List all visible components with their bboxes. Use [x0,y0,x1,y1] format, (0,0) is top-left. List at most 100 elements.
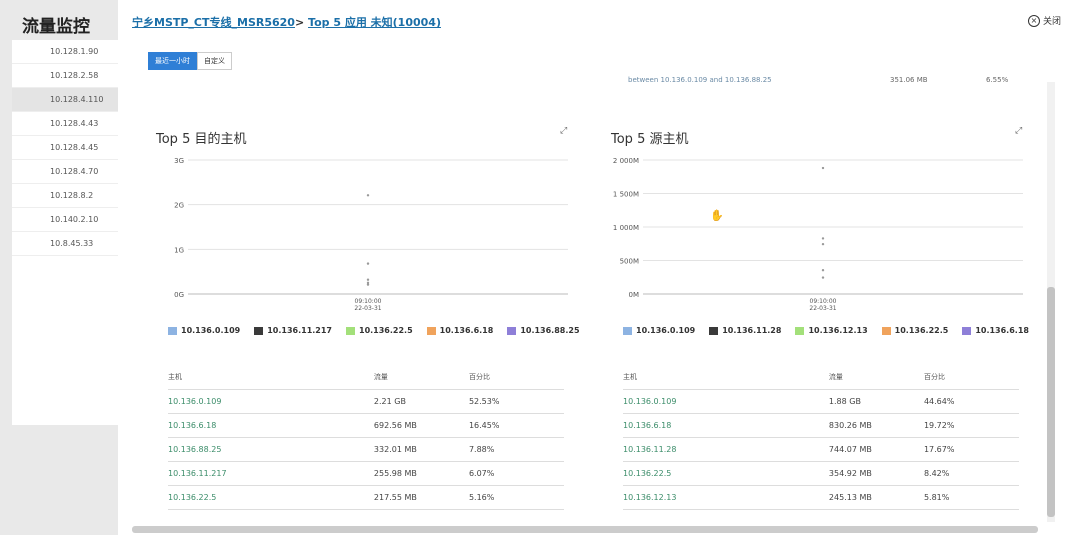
table-row: 10.136.11.217 255.98 MB 6.07% [168,461,564,486]
y-tick-label: 2G [174,202,184,210]
ip-list-item[interactable]: 10.8.45.33 [12,232,118,256]
traffic-cell: 332.01 MB [373,437,469,462]
legend-item[interactable]: 10.136.0.109 [168,326,240,335]
table-row: 10.136.0.109 1.88 GB 44.64% [623,389,1019,414]
data-point[interactable] [366,194,370,197]
legend-item[interactable]: 10.136.11.217 [254,326,332,335]
host-link[interactable]: 10.136.11.217 [168,461,374,486]
vertical-scrollbar[interactable] [1047,82,1055,522]
horizontal-scrollbar[interactable] [132,526,1038,533]
legend-swatch [623,326,632,335]
ip-list-item[interactable]: 10.128.4.70 [12,160,118,184]
table-row: 10.136.88.25 332.01 MB 7.88% [168,437,564,462]
table-header-row: 主机 流量 百分比 [168,365,564,390]
percent-cell: 5.16% [468,485,564,510]
legend-item[interactable]: 10.136.12.13 [795,326,868,335]
traffic-cell: 2.21 GB [373,389,469,414]
host-link[interactable]: 10.136.12.13 [623,485,829,510]
expand-icon[interactable]: ⤢ [1015,126,1022,136]
legend-swatch [426,326,436,335]
range-custom-button[interactable]: 自定义 [197,52,232,70]
legend-label: 10.136.0.109 [636,326,696,335]
percent-cell: 8.42% [923,461,1019,486]
host-link[interactable]: 10.136.0.109 [168,389,374,414]
legend-item[interactable]: 10.136.22.5 [881,326,948,335]
table-row: 10.136.0.109 2.21 GB 52.53% [168,389,564,414]
legend-swatch [254,326,264,335]
legend-item[interactable]: 10.136.0.109 [623,326,695,335]
expand-icon[interactable]: ⤢ [560,126,567,136]
legend-swatch [346,326,355,335]
column-header[interactable]: 流量 [828,365,924,390]
percent-cell: 6.07% [468,461,564,486]
ip-list: 10.128.1.90 10.128.2.58 10.128.4.110 10.128… [12,40,118,425]
host-link[interactable]: 10.136.22.5 [623,461,829,486]
page-title: 流量监控 [22,17,90,37]
legend-swatch [168,326,177,335]
vertical-scrollbar-thumb[interactable] [1047,287,1055,517]
percent-cell: 44.64% [923,389,1019,414]
data-point[interactable] [821,166,825,170]
legend-swatch [962,326,972,335]
y-tick-label: 1 500M [613,191,639,199]
range-recent-hour-button[interactable]: 最近一小时 [148,52,197,70]
panel-top5-destination: Top 5 目的主机 ⤢ 3G 2G 1G 0G 09:10:00 22-03-31 10… [148,120,588,510]
host-link[interactable]: 10.136.6.18 [168,413,374,438]
legend-item[interactable]: 10.136.22.5 [346,326,413,335]
column-header[interactable]: 流量 [373,365,469,390]
data-point[interactable] [821,242,825,246]
column-header[interactable]: 主机 [168,365,374,390]
ip-list-item[interactable]: 10.140.2.10 [12,208,118,232]
legend-item[interactable]: 10.136.6.18 [962,326,1029,335]
y-tick-label: 0M [629,291,640,299]
data-point[interactable] [366,262,370,265]
data-point[interactable] [366,283,370,286]
x-tick-label: 09:10:00 [355,298,382,305]
panel-title: Top 5 源主机 [611,132,689,147]
x-tick-date-label: 22-03-31 [354,305,381,312]
data-point[interactable] [821,276,825,279]
data-point[interactable] [821,237,825,240]
legend-swatch [507,326,517,335]
percent-cell: 19.72% [923,413,1019,438]
ip-list-item[interactable]: 10.128.4.110 [12,88,118,112]
legend-item[interactable]: 10.136.88.25 [507,326,580,335]
table-row: 10.136.22.5 354.92 MB 8.42% [623,461,1019,486]
ip-list-item[interactable]: 10.128.8.2 [12,184,118,208]
ip-list-item[interactable]: 10.128.1.90 [12,40,118,64]
host-link[interactable]: 10.136.0.109 [623,389,829,414]
ip-list-item[interactable]: 10.128.4.43 [12,112,118,136]
column-header[interactable]: 百分比 [468,365,564,390]
table-row: 10.136.11.28 744.07 MB 17.67% [623,437,1019,462]
data-point[interactable] [821,269,825,272]
column-header[interactable]: 百分比 [923,365,1019,390]
table-row: 10.136.22.5 217.55 MB 5.16% [168,485,564,510]
traffic-cell: 692.56 MB [373,413,469,438]
legend-swatch [795,326,805,335]
legend-item[interactable]: 10.136.6.18 [426,326,493,335]
panel-top5-source: Top 5 源主机 ⤢ 2 000M 1 500M 1 000M 500M 0M 09:1… [603,120,1043,510]
traffic-cell: 255.98 MB [373,461,469,486]
legend-item[interactable]: 10.136.11.28 [709,326,781,335]
ip-list-item[interactable]: 10.128.4.45 [12,136,118,160]
traffic-cell: 830.26 MB [828,413,924,438]
ip-list-item[interactable]: 10.128.2.58 [12,64,118,88]
traffic-cell: 1.88 GB [828,389,924,414]
chart-legend: 10.136.0.109 10.136.11.28 10.136.12.13 10.1… [623,326,1029,335]
breadcrumb-link-device[interactable]: 宁乡MSTP_CT专线_MSR5620 [132,16,295,29]
host-link[interactable]: 10.136.6.18 [623,413,829,438]
data-point[interactable] [366,278,370,281]
close-button[interactable]: × 关闭 [1027,14,1061,27]
host-link[interactable]: 10.136.11.28 [623,437,829,462]
traffic-cell: 245.13 MB [828,485,924,510]
breadcrumb-separator: > [294,16,305,29]
detail-dialog: 宁乡MSTP_CT专线_MSR5620> Top 5 应用 未知(10004) … [118,0,1077,535]
table-row: 10.136.6.18 692.56 MB 16.45% [168,413,564,438]
column-header[interactable]: 主机 [623,365,829,390]
breadcrumb-current[interactable]: Top 5 应用 未知(10004) [308,16,441,29]
host-link[interactable]: 10.136.88.25 [168,437,374,462]
scrolled-row-value: 351.06 MB [890,76,928,84]
legend-swatch [709,326,719,335]
host-link[interactable]: 10.136.22.5 [168,485,374,510]
percent-cell: 17.67% [923,437,1019,462]
